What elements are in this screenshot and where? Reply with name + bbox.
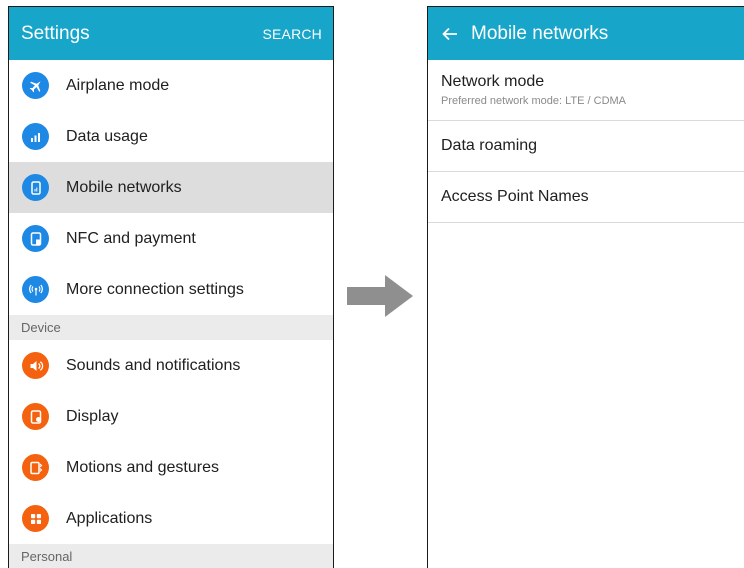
settings-item-label: Applications <box>66 509 153 527</box>
settings-item-label: Display <box>66 407 119 425</box>
right-arrow-icon <box>347 275 413 317</box>
settings-item-label: Sounds and notifications <box>66 356 241 374</box>
settings-item-label: More connection settings <box>66 280 244 298</box>
settings-item-label: Data usage <box>66 127 148 145</box>
display-icon <box>22 403 49 430</box>
section-header-device: Device <box>9 315 333 340</box>
bar-chart-icon <box>22 123 49 150</box>
settings-item-motions[interactable]: Motions and gestures <box>9 442 333 493</box>
mobile-network-icon <box>22 174 49 201</box>
settings-item-sounds[interactable]: Sounds and notifications <box>9 340 333 391</box>
settings-item-mobile-networks[interactable]: Mobile networks <box>9 162 333 213</box>
page-title: Mobile networks <box>471 22 609 44</box>
section-header-personal: Personal <box>9 544 333 568</box>
search-button[interactable]: SEARCH <box>262 26 322 42</box>
access-point-names-item[interactable]: Access Point Names <box>428 172 744 223</box>
motion-icon <box>22 454 49 481</box>
settings-item-label: Airplane mode <box>66 76 170 94</box>
settings-item-label: Mobile networks <box>66 178 182 196</box>
page-title: Settings <box>21 22 90 44</box>
settings-item-label: NFC and payment <box>66 229 196 247</box>
settings-item-airplane-mode[interactable]: Airplane mode <box>9 60 333 111</box>
settings-item-display[interactable]: Display <box>9 391 333 442</box>
settings-item-more-connection[interactable]: More connection settings <box>9 264 333 315</box>
back-arrow-icon[interactable] <box>441 25 459 43</box>
access-point-names-title: Access Point Names <box>441 188 589 205</box>
data-roaming-title: Data roaming <box>441 137 538 154</box>
wireless-icon <box>22 276 49 303</box>
mobile-networks-screen: Mobile networks Network mode Preferred n… <box>427 6 744 568</box>
settings-item-data-usage[interactable]: Data usage <box>9 111 333 162</box>
mobile-networks-app-bar: Mobile networks <box>428 7 744 60</box>
network-mode-subtitle: Preferred network mode: LTE / CDMA <box>441 95 627 107</box>
nfc-icon <box>22 225 49 252</box>
data-roaming-item[interactable]: Data roaming <box>428 121 744 172</box>
settings-item-applications[interactable]: Applications <box>9 493 333 544</box>
airplane-icon <box>22 72 49 99</box>
settings-screen: Settings SEARCH Airplane mode Data usage… <box>8 6 334 568</box>
network-mode-title: Network mode <box>441 73 545 90</box>
settings-item-nfc-payment[interactable]: NFC and payment <box>9 213 333 264</box>
speaker-icon <box>22 352 49 379</box>
settings-app-bar: Settings SEARCH <box>9 7 333 60</box>
apps-grid-icon <box>22 505 49 532</box>
settings-item-label: Motions and gestures <box>66 458 219 476</box>
network-mode-item[interactable]: Network mode Preferred network mode: LTE… <box>428 60 744 121</box>
